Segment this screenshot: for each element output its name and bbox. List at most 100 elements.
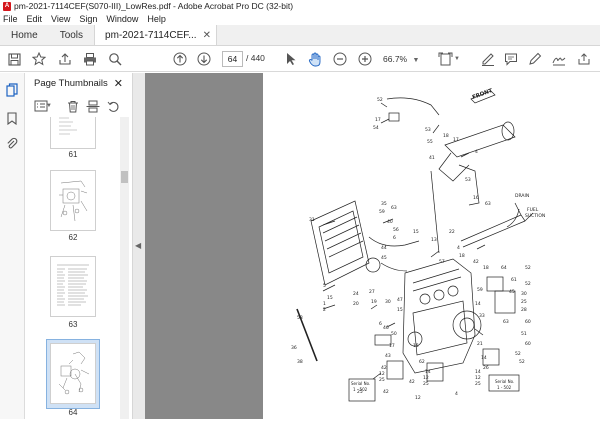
page-number-input[interactable]: 64 bbox=[222, 51, 243, 67]
select-arrow-icon[interactable] bbox=[283, 51, 299, 67]
previous-page-icon[interactable] bbox=[172, 51, 188, 67]
bookmark-star-icon[interactable] bbox=[31, 51, 47, 67]
menu-view[interactable]: View bbox=[51, 14, 70, 24]
tab-home[interactable]: Home bbox=[0, 25, 49, 45]
comment-icon[interactable] bbox=[503, 51, 519, 67]
svg-text:53: 53 bbox=[425, 127, 431, 133]
svg-text:52: 52 bbox=[377, 97, 383, 103]
svg-text:25: 25 bbox=[475, 381, 481, 387]
menu-file[interactable]: File bbox=[3, 14, 18, 24]
svg-text:30: 30 bbox=[521, 291, 527, 297]
svg-text:26: 26 bbox=[483, 365, 489, 371]
svg-text:41: 41 bbox=[429, 155, 435, 161]
svg-text:12: 12 bbox=[379, 371, 385, 377]
svg-text:38: 38 bbox=[297, 359, 303, 365]
thumbnail-panel-header: Page Thumbnails ✕ bbox=[25, 73, 133, 95]
title-bar: A pm-2021-7114CEF(S070-III)_LowRes.pdf -… bbox=[0, 0, 600, 12]
svg-text:24: 24 bbox=[353, 291, 359, 297]
svg-text:4: 4 bbox=[475, 149, 478, 155]
svg-text:59: 59 bbox=[477, 287, 483, 293]
panel-collapse-handle[interactable]: ◀ bbox=[133, 73, 145, 419]
page-thumbnails-icon[interactable] bbox=[5, 83, 19, 97]
svg-text:12: 12 bbox=[475, 375, 481, 381]
svg-text:58: 58 bbox=[297, 315, 303, 321]
svg-text:22: 22 bbox=[449, 229, 455, 235]
svg-text:14: 14 bbox=[475, 369, 481, 375]
thumbnail-scrollbar[interactable] bbox=[120, 117, 129, 419]
document-viewport: FRONT DRAIN FUEL SUCTION Serial No. 1 - … bbox=[145, 73, 600, 419]
menu-help[interactable]: Help bbox=[147, 14, 166, 24]
svg-text:25: 25 bbox=[379, 377, 385, 383]
delete-page-icon[interactable] bbox=[65, 98, 81, 114]
svg-text:31: 31 bbox=[309, 217, 315, 223]
svg-text:54: 54 bbox=[373, 125, 379, 131]
tab-bar: Home Tools pm-2021-7114CEF... ✕ bbox=[0, 25, 600, 46]
thumbnail-page-64[interactable] bbox=[50, 343, 96, 404]
svg-text:33: 33 bbox=[479, 313, 485, 319]
svg-text:52: 52 bbox=[525, 265, 531, 271]
svg-text:46: 46 bbox=[383, 325, 389, 331]
svg-text:5: 5 bbox=[323, 283, 326, 289]
svg-text:45: 45 bbox=[381, 255, 387, 261]
svg-text:14: 14 bbox=[481, 355, 487, 361]
sign-icon[interactable] bbox=[551, 51, 567, 67]
highlight-icon[interactable] bbox=[480, 51, 496, 67]
svg-text:42: 42 bbox=[409, 379, 415, 385]
svg-text:47: 47 bbox=[397, 297, 403, 303]
close-icon[interactable]: ✕ bbox=[114, 73, 123, 95]
svg-text:17: 17 bbox=[389, 343, 395, 349]
zoom-out-icon[interactable] bbox=[332, 51, 348, 67]
svg-text:25: 25 bbox=[423, 381, 429, 387]
close-tab-icon[interactable]: ✕ bbox=[203, 30, 211, 41]
next-page-icon[interactable] bbox=[196, 51, 212, 67]
share-icon[interactable] bbox=[576, 51, 592, 67]
svg-text:43: 43 bbox=[385, 353, 391, 359]
svg-text:15: 15 bbox=[413, 343, 419, 349]
navigation-rail bbox=[0, 73, 25, 419]
svg-text:63: 63 bbox=[503, 319, 509, 325]
tab-document[interactable]: pm-2021-7114CEF... ✕ bbox=[94, 25, 218, 45]
svg-text:55: 55 bbox=[427, 139, 433, 145]
zoom-in-icon[interactable] bbox=[357, 51, 373, 67]
attachments-icon[interactable] bbox=[5, 137, 19, 151]
exploded-parts-diagram: FRONT DRAIN FUEL SUCTION Serial No. 1 - … bbox=[291, 88, 545, 402]
pen-icon[interactable] bbox=[527, 51, 543, 67]
front-label: FRONT bbox=[472, 88, 494, 101]
chevron-down-icon[interactable]: ▼ bbox=[453, 51, 461, 67]
svg-text:57: 57 bbox=[439, 259, 445, 265]
upload-icon[interactable] bbox=[57, 51, 73, 67]
save-icon[interactable] bbox=[6, 51, 22, 67]
thumbnail-page-61[interactable] bbox=[50, 117, 96, 149]
zoom-search-icon[interactable] bbox=[107, 51, 123, 67]
bookmarks-icon[interactable] bbox=[5, 111, 19, 125]
thumbnail-label: 63 bbox=[68, 320, 78, 329]
menu-edit[interactable]: Edit bbox=[27, 14, 43, 24]
serial-right-label: Serial No. bbox=[495, 379, 514, 384]
document-tab-label: pm-2021-7114CEF... bbox=[105, 29, 197, 41]
tab-tools[interactable]: Tools bbox=[49, 25, 94, 45]
svg-text:64: 64 bbox=[501, 265, 507, 271]
svg-text:35: 35 bbox=[381, 201, 387, 207]
scrollbar-thumb[interactable] bbox=[121, 171, 128, 183]
zoom-level[interactable]: 66.7% ▼ bbox=[383, 51, 423, 67]
svg-text:25: 25 bbox=[357, 389, 363, 395]
chevron-down-icon[interactable]: ▼ bbox=[45, 98, 53, 114]
svg-text:14: 14 bbox=[475, 301, 481, 307]
serial-left-label: Serial No. bbox=[351, 381, 370, 386]
thumbnail-page-63[interactable] bbox=[50, 256, 96, 317]
insert-page-icon[interactable] bbox=[85, 98, 101, 114]
svg-text:18: 18 bbox=[443, 133, 449, 139]
hand-tool-icon[interactable] bbox=[307, 51, 323, 67]
thumbnail-toolbar: ▼ bbox=[25, 95, 133, 117]
print-icon[interactable] bbox=[82, 51, 98, 67]
drain-label: DRAIN bbox=[515, 193, 529, 199]
thumbnail-page-62[interactable] bbox=[50, 170, 96, 231]
thumbnail-panel-title: Page Thumbnails bbox=[34, 78, 108, 89]
menu-window[interactable]: Window bbox=[106, 14, 138, 24]
svg-text:59: 59 bbox=[379, 209, 385, 215]
menu-sign[interactable]: Sign bbox=[79, 14, 97, 24]
svg-text:15: 15 bbox=[397, 307, 403, 313]
rotate-icon[interactable] bbox=[105, 98, 121, 114]
svg-text:62: 62 bbox=[419, 359, 425, 365]
page-fit-icon[interactable] bbox=[437, 51, 453, 67]
